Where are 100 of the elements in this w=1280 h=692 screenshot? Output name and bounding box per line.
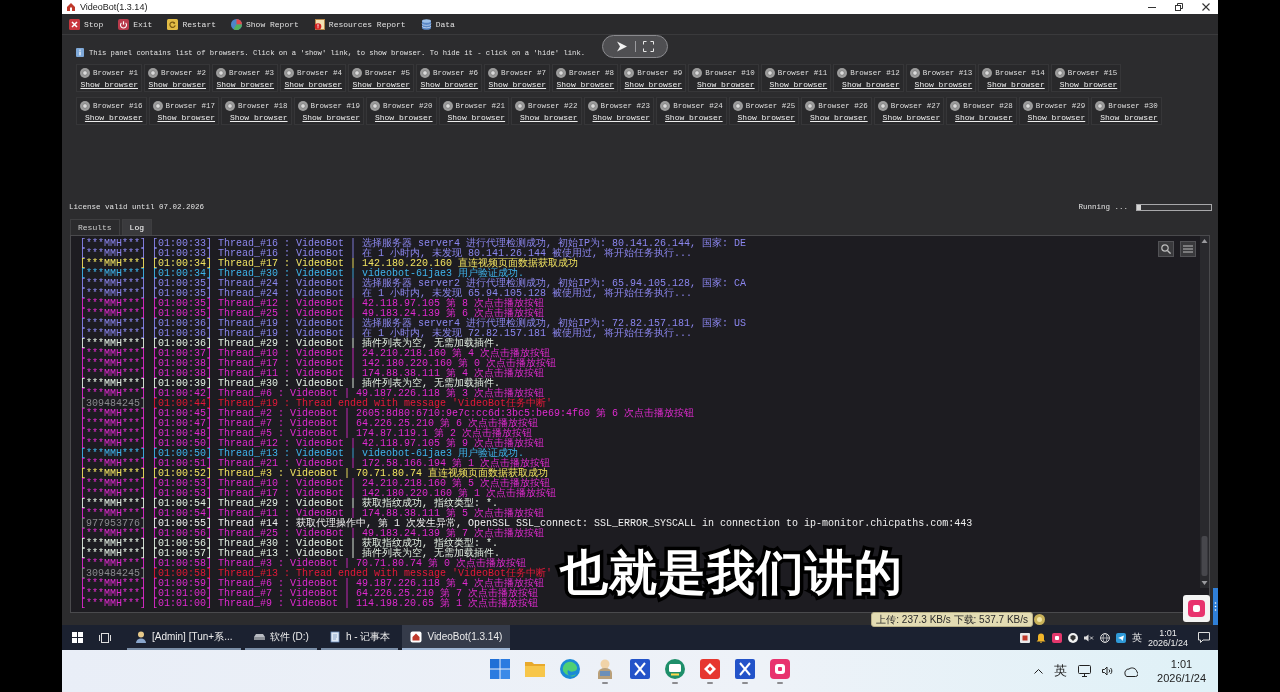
square-icon[interactable] [1019,632,1030,643]
show-browser-link[interactable]: Show browser [882,113,941,122]
restore-icon[interactable] [1175,3,1183,11]
x-tile-icon [629,658,651,680]
show-browser-link[interactable]: Show browser [229,113,288,122]
globe-icon[interactable] [1099,632,1110,643]
show-browser-link[interactable]: Show browser [914,80,973,89]
restart-button[interactable]: Restart [166,17,217,31]
log-line: [***MMH***] [01:00:38] Thread_#17 : VideoBot | 142.180.220.160 第 0 次点击播放按钮 [80,359,557,369]
log-line: [***MMH***] [01:00:35] Thread_#24 : VideoBot | 选择服务器 server2 进行代理检测成功, 初始IP为: 65.94.105.128, 国家: CA [80,279,747,289]
show-browser-link[interactable]: Show browser [1100,113,1158,122]
bell-icon[interactable] [1035,632,1046,643]
show-browser-link[interactable]: Show browser [284,80,343,89]
log-line: [***MMH***] [01:00:37] Thread_#10 : VideoBot | 24.210.218.160 第 4 次点击播放按钮 [80,349,551,359]
taskbar-app-button[interactable] [699,656,721,686]
speaker-icon[interactable] [1102,666,1114,676]
disc-icon [442,101,453,111]
close-box-icon [69,18,80,30]
clock-date: 2026/1/24 [1157,671,1206,685]
menu-button[interactable] [1180,241,1196,257]
monitor-icon[interactable] [1078,665,1092,677]
notepad-icon [328,630,341,643]
show-browser-link[interactable]: Show browser [665,113,723,122]
data-button[interactable]: Data [419,17,456,31]
tab[interactable]: Results [70,219,120,235]
show-browser-link[interactable]: Show browser [1059,80,1118,89]
log-line: [***MMH***] [01:00:34] Thread_#17 : VideoBot | 142.180.220.160 直连视频页面数据获取成功 [80,259,579,269]
show-browser-link[interactable]: Show browser [302,113,361,122]
show-browser-link[interactable]: Show browser [592,113,651,122]
edge-tab-icon[interactable] [1213,588,1218,625]
disc-icon [660,101,671,111]
cloud-icon[interactable] [1124,665,1139,677]
disc-icon [982,68,993,78]
disc-icon [80,101,90,111]
log-line: [***MMH***] [01:00:59] Thread_#6 : VideoBot | 49.187.226.118 第 4 次点击播放按钮 [80,579,545,589]
show-browser-link[interactable]: Show browser [216,80,275,89]
disc-icon [370,101,381,111]
show-browser-link[interactable]: Show browser [157,113,216,122]
disc-icon [556,68,567,78]
alert-document-icon [313,18,325,30]
log-line: [***MMH***] [01:00:57] Thread_#13 : VideoBot | 插件列表为空, 无需加载插件. [80,549,501,559]
disc-icon [284,68,295,78]
show-browser-link[interactable]: Show browser [80,80,138,89]
show-browser-link[interactable]: Show browser [697,80,755,89]
log-line: [***MMH***] [01:00:36] Thread_#19 : VideoBot | 在 1 小时内, 未发现 72.82.157.181 被使用过, 将开始任务执行... [80,329,693,339]
show-browser-link[interactable]: Show browser [84,113,143,122]
show-browser-link[interactable]: Show browser [769,80,828,89]
window-title: VideoBot(1.3.14) [80,2,148,12]
disc-icon [148,68,158,78]
show-browser-link[interactable]: Show browser [374,113,433,122]
show-browser-link[interactable]: Show browser [737,113,796,122]
fullscreen-icon[interactable] [643,41,655,52]
show-browser-link[interactable]: Show browser [520,113,578,122]
show-browser-link[interactable]: Show browser [352,80,411,89]
log-line: [309484245] [01:00:44] Thread_#19 : Thread ended with message 'VideoBot任务中断' [80,399,553,409]
show-browser-link[interactable]: Show browser [810,113,868,122]
pointer-icon[interactable] [615,41,628,52]
dot-icon [1034,614,1045,625]
disc-icon [297,101,308,111]
show-browser-link[interactable]: Show browser [1027,113,1086,122]
person-icon [135,630,147,643]
taskbar-app-button[interactable]: VideoBot(1.3.14) [402,625,511,650]
show-browser-link[interactable]: Show browser [842,80,900,89]
show-browser-link[interactable]: Show browser [987,80,1045,89]
chevron-up-icon[interactable] [1034,668,1044,674]
show-browser-link[interactable]: Show browser [624,80,683,89]
show-browser-link[interactable]: Show browser [148,80,207,89]
tab[interactable]: Log [121,219,152,235]
disc-icon [225,101,236,111]
subtitle-caption: 也就是我们讲的 [560,544,903,600]
log-line: [***MMH***] [01:00:36] Thread_#29 : VideoBot | 插件列表为空, 无需加载插件. [80,339,501,349]
show-browser-link[interactable]: Show browser [955,113,1013,122]
exit-button[interactable]: Exit [117,17,154,31]
notification-icon[interactable] [1198,632,1210,643]
show-browser-link[interactable]: Show browser [556,80,615,89]
input-language[interactable]: 英 [1054,662,1068,680]
mute-icon[interactable] [1083,632,1094,643]
taskbar-app-button[interactable] [734,656,756,686]
show-browser-link[interactable]: Show browser [447,113,506,122]
show-browser-link[interactable]: Show browser [420,80,479,89]
paper-plane-icon[interactable] [1115,632,1126,643]
tile-icon[interactable] [1051,632,1062,643]
input-language[interactable]: 英 [1131,630,1142,645]
log-line: [***MMH***] [01:01:00] Thread_#7 : VideoBot | 64.226.25.210 第 7 次点击播放按钮 [80,589,539,599]
start-icon[interactable] [72,632,83,643]
disc-icon [488,68,499,78]
task-view-icon[interactable] [99,632,111,643]
show-report-button[interactable]: Show Report [230,17,300,31]
stop-button[interactable]: Stop [68,17,105,31]
close-icon[interactable] [1202,3,1210,11]
search-button[interactable] [1158,241,1174,257]
taskbar-app-button[interactable] [664,656,686,686]
resources-report-button[interactable]: Resources Report [312,17,407,31]
taskbar-app-button[interactable] [769,656,791,686]
disc-icon [1095,101,1106,111]
floating-app-icon[interactable] [1183,595,1210,622]
shield-icon[interactable] [1067,632,1078,643]
log-line: [***MMH***] [01:00:34] Thread_#30 : VideoBot | videobot-61jae3 用户验证成功. [80,269,525,279]
scrollbar[interactable] [1200,236,1209,588]
show-browser-link[interactable]: Show browser [488,80,547,89]
